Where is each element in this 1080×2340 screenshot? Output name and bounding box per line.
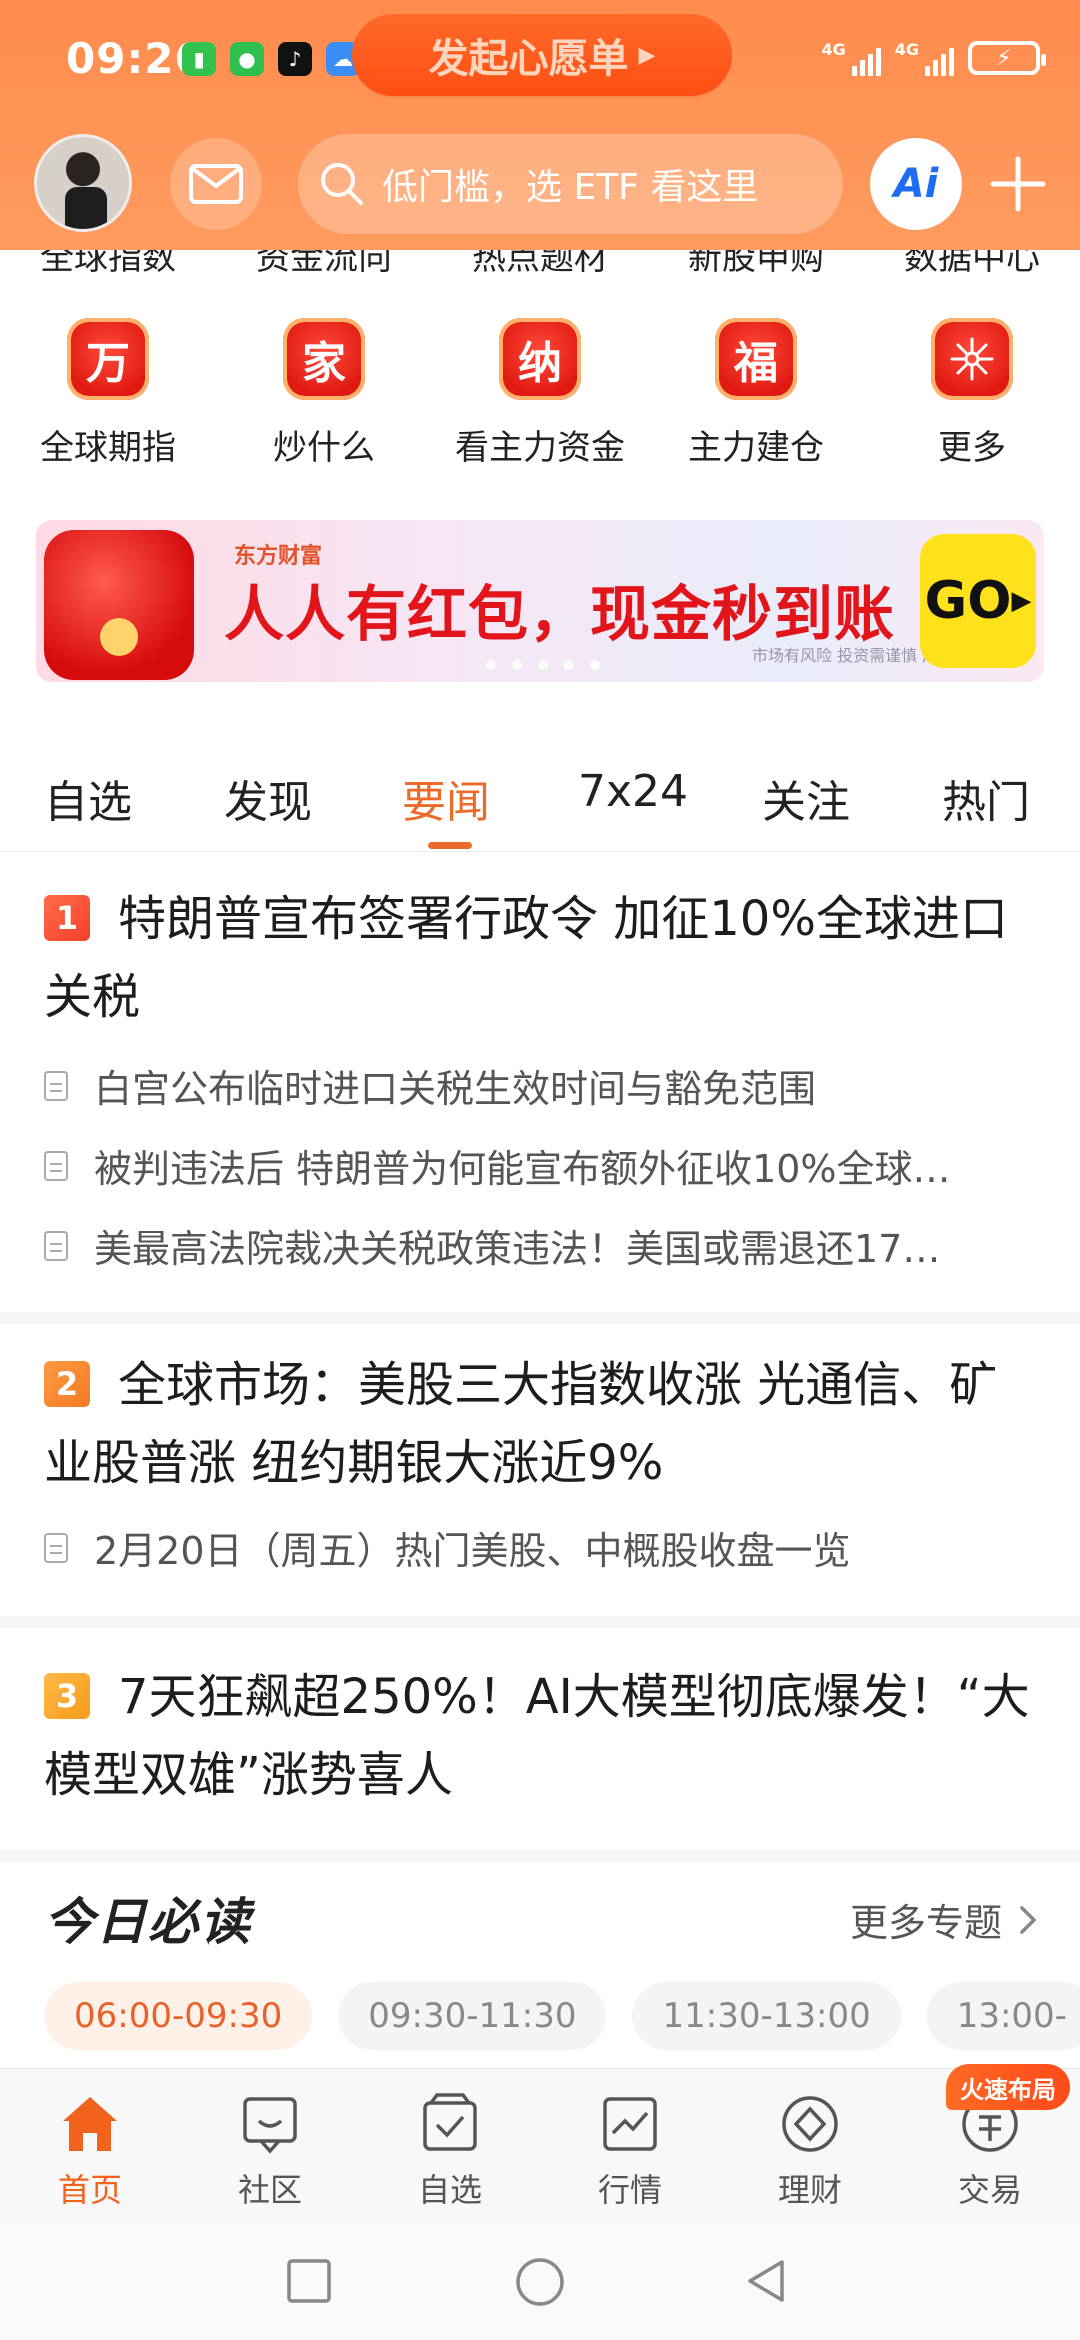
nav-market[interactable]: 行情 (540, 2069, 720, 2226)
tab-watchlist[interactable]: 自选 (44, 766, 132, 830)
wealth-icon (782, 2096, 838, 2152)
search-placeholder: 低门槛，选 ETF 看这里 (382, 167, 759, 208)
firework-icon (931, 318, 1013, 400)
wechat-icon: ● (230, 42, 264, 76)
ai-label: Ai (893, 161, 939, 207)
battery-app-icon: ▮ (182, 42, 216, 76)
news-title[interactable]: 2 全球市场：美股三大指数收涨 光通信、矿业股普涨 纽约期银大涨近9% (44, 1346, 1044, 1502)
banner-title: 人人有红包，现金秒到账 (224, 580, 895, 650)
menu-label: 看主力资金 (455, 428, 625, 468)
tab-headlines[interactable]: 要闻 (402, 766, 490, 830)
watchlist-icon (423, 2093, 477, 2151)
play-arrow-icon: ▶ (1011, 586, 1032, 616)
community-icon (243, 2097, 297, 2154)
today-must-read: 今日必读 更多专题 06:00-09:30 09:30-11:30 11:30-… (0, 1862, 1080, 2070)
banner-go-label: GO (924, 571, 1012, 631)
menu-more[interactable]: 更多 (864, 318, 1080, 469)
banner-pagination (486, 660, 600, 670)
back-nav-button[interactable] (742, 2256, 792, 2306)
mail-icon (189, 164, 243, 204)
section-title: 今日必读 (44, 1893, 252, 1951)
market-icon (603, 2097, 657, 2151)
fast-layout-badge[interactable]: 火速布局 (946, 2064, 1070, 2110)
recent-apps-button[interactable] (284, 2256, 334, 2306)
notification-icons: ▮ ● ♪ ☁ (182, 42, 360, 76)
menu-main-funds[interactable]: 纳 看主力资金 (432, 318, 648, 469)
document-icon (44, 1070, 68, 1101)
status-bar: 09:26 ▮ ● ♪ ☁ 发起心愿单 ▶ 4G 4G ⚡ (0, 0, 1080, 120)
nav-community[interactable]: 社区 (180, 2069, 360, 2226)
news-item[interactable]: 2 全球市场：美股三大指数收涨 光通信、矿业股普涨 纽约期银大涨近9% 2月20日… (0, 1324, 1080, 1628)
jia-icon: 家 (283, 318, 365, 400)
news-title[interactable]: 1 特朗普宣布签署行政令 加征10%全球进口关税 (44, 880, 1044, 1036)
menu-main-positions[interactable]: 福 主力建仓 (648, 318, 864, 469)
search-bar[interactable]: 低门槛，选 ETF 看这里 (298, 134, 843, 234)
menu-label: 主力建仓 (688, 428, 824, 468)
document-icon (44, 1230, 68, 1261)
promo-banner[interactable]: 东方财富 人人有红包，现金秒到账 市场有风险 投资需谨慎 广告 GO ▶ (36, 520, 1044, 682)
app-screen: { "status_bar": {"time": "09:26", "netwo… (0, 0, 1080, 2340)
wan-icon: 万 (67, 318, 149, 400)
avatar[interactable] (34, 134, 132, 232)
play-arrow-icon: ▶ (638, 42, 656, 68)
search-icon (321, 163, 363, 205)
active-tab-indicator (428, 842, 472, 849)
tiktok-icon: ♪ (278, 42, 312, 76)
wish-list-label: 发起心愿单 (428, 36, 629, 82)
banner-go-button[interactable]: GO ▶ (920, 534, 1036, 668)
related-news[interactable]: 2月20日（周五）热门美股、中概股收盘一览 (44, 1520, 1044, 1575)
menu-label: 更多 (938, 428, 1006, 468)
related-news[interactable]: 白宫公布临时进口关税生效时间与豁免范围 (44, 1058, 1044, 1113)
home-icon (63, 2097, 117, 2151)
news-title[interactable]: 3 7天狂飙超250%！AI大模型彻底爆发！“大模型双雄”涨势喜人 (44, 1658, 1044, 1814)
quick-menu-row-2: 万 全球期指 家 炒什么 纳 看主力资金 福 主力建仓 更多 (0, 318, 1080, 469)
time-slot-pill[interactable]: 06:00-09:30 (44, 1982, 313, 2050)
related-news[interactable]: 被判违法后 特朗普为何能宣布额外征收10%全球… (44, 1138, 1044, 1193)
tab-following[interactable]: 关注 (762, 766, 850, 830)
menu-what-to-trade[interactable]: 家 炒什么 (216, 318, 432, 469)
red-envelope-icon (44, 530, 194, 680)
fu-icon: 福 (715, 318, 797, 400)
tab-7x24[interactable]: 7x24 (578, 766, 688, 817)
mail-button[interactable] (170, 138, 262, 230)
time-slot-tabs: 06:00-09:30 09:30-11:30 11:30-13:00 13:0… (44, 1982, 1080, 2050)
rank-badge: 1 (44, 895, 90, 941)
wish-list-button[interactable]: 发起心愿单 ▶ (352, 14, 732, 96)
menu-label: 全球期指 (40, 428, 176, 468)
time-slot-pill[interactable]: 09:30-11:30 (338, 1982, 607, 2050)
system-status: 4G 4G ⚡ (821, 40, 1046, 76)
chevron-right-icon (1020, 1905, 1037, 1934)
battery-icon: ⚡ (968, 41, 1046, 75)
tab-discover[interactable]: 发现 (224, 766, 312, 830)
news-tabs: 自选 发现 要闻 7x24 关注 热门 (0, 752, 1080, 852)
ai-assistant-button[interactable]: Ai (870, 138, 962, 230)
time-slot-pill[interactable]: 11:30-13:00 (632, 1982, 901, 2050)
na-icon: 纳 (499, 318, 581, 400)
menu-label: 炒什么 (273, 428, 375, 468)
nav-wealth[interactable]: 理财 (720, 2069, 900, 2226)
related-news[interactable]: 美最高法院裁决关税政策违法！美国或需退还17… (44, 1218, 1044, 1273)
more-topics-link[interactable]: 更多专题 (850, 1892, 1042, 1947)
news-item[interactable]: 1 特朗普宣布签署行政令 加征10%全球进口关税 白宫公布临时进口关税生效时间与豁… (0, 854, 1080, 1324)
bottom-nav: 首页 社区 自选 行情 理财 交易 (0, 2068, 1080, 2226)
top-bar: 低门槛，选 ETF 看这里 Ai (0, 128, 1080, 238)
signal-icon-2: 4G (895, 40, 954, 76)
home-nav-button[interactable] (514, 2256, 566, 2308)
menu-global-futures[interactable]: 万 全球期指 (0, 318, 216, 469)
document-icon (44, 1532, 68, 1563)
document-icon (44, 1150, 68, 1181)
rank-badge: 3 (44, 1673, 90, 1719)
plus-icon (990, 156, 1046, 212)
header: 09:26 ▮ ● ♪ ☁ 发起心愿单 ▶ 4G 4G ⚡ 低门槛，选 ETF … (0, 0, 1080, 250)
signal-icon: 4G (821, 40, 881, 76)
system-navigation-bar (0, 2226, 1080, 2340)
nav-watchlist[interactable]: 自选 (360, 2069, 540, 2226)
add-button[interactable] (983, 138, 1053, 230)
rank-badge: 2 (44, 1361, 90, 1407)
nav-home[interactable]: 首页 (0, 2069, 180, 2226)
news-item[interactable]: 3 7天狂飙超250%！AI大模型彻底爆发！“大模型双雄”涨势喜人 (0, 1628, 1080, 1862)
time-slot-pill[interactable]: 13:00- (926, 1982, 1080, 2050)
tab-hot[interactable]: 热门 (942, 766, 1030, 830)
